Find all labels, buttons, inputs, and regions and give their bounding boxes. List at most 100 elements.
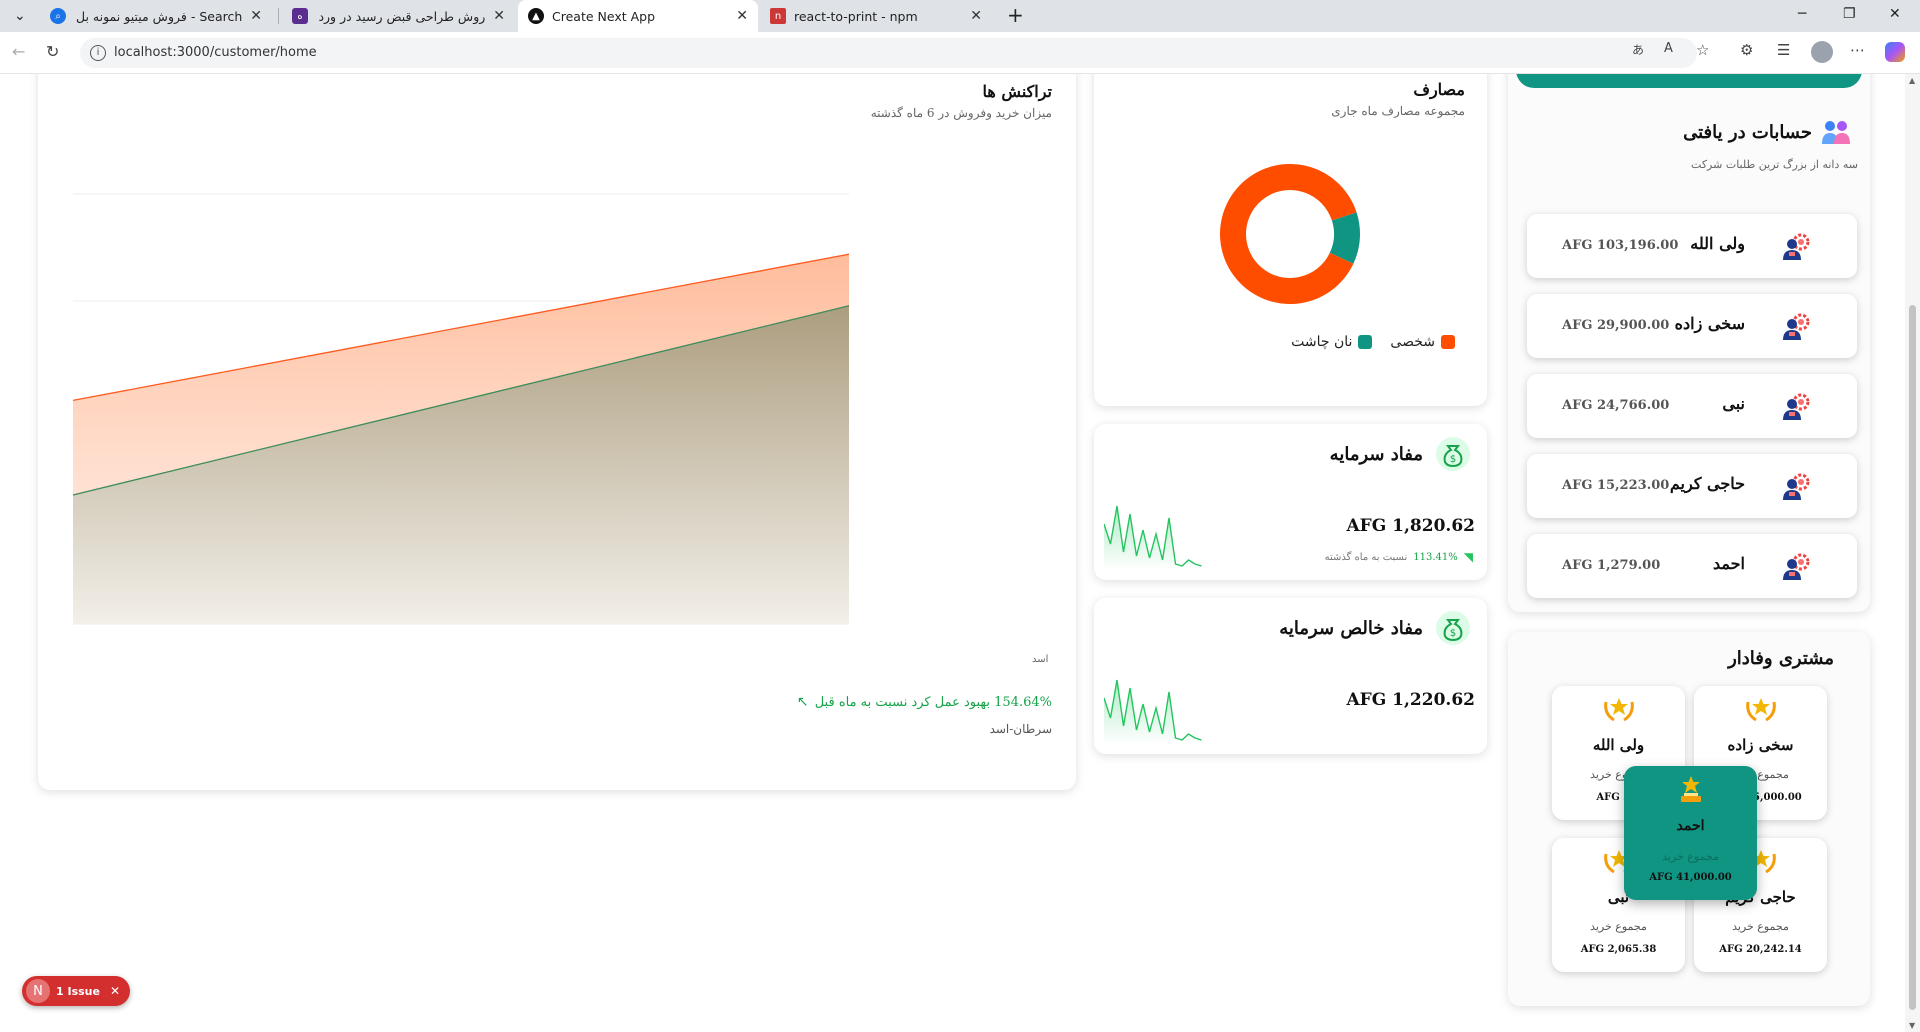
transactions-card: تراکنش ها میزان خرید وفروش در 6 ماه گذشت… <box>38 74 1076 790</box>
receivable-amount: AFG 15,223.00 <box>1562 478 1670 493</box>
site-info-icon[interactable]: i <box>90 45 106 61</box>
refresh-icon[interactable]: ↻ <box>46 42 59 61</box>
address-bar[interactable]: i localhost:3000/customer/home <box>80 38 1697 68</box>
scrollbar-thumb[interactable] <box>1909 305 1916 1010</box>
close-window-icon[interactable]: ✕ <box>1889 6 1901 22</box>
tab-label: Search - فروش میتیو نمونه بل رسید <box>74 8 243 24</box>
close-tab-icon[interactable]: ✕ <box>736 8 748 24</box>
legend-swatch <box>1441 335 1455 349</box>
tab-search[interactable]: ✕ Search - فروش میتیو نمونه بل رسید ⌕ <box>40 0 272 32</box>
expenses-legend: شخصی نان چاشت <box>1291 334 1455 350</box>
legend-item-lunch[interactable]: نان چاشت <box>1291 334 1373 350</box>
user-gear-icon <box>1783 313 1810 340</box>
browser-tab-bar: ⌄ ✕ Search - فروش میتیو نمونه بل رسید ⌕ … <box>0 0 1920 32</box>
back-icon[interactable]: ← <box>12 42 25 61</box>
dev-issues-badge[interactable]: N 1 Issue ✕ <box>22 976 130 1006</box>
copilot-icon[interactable] <box>1885 42 1905 62</box>
svg-text:$: $ <box>1450 628 1456 639</box>
featured-name: احمد <box>1676 818 1705 834</box>
net-profit-sparkline <box>1104 679 1202 744</box>
trend-up-icon: ↗ <box>796 694 809 710</box>
issues-count: 1 Issue <box>56 984 100 998</box>
close-badge-icon[interactable]: ✕ <box>110 984 120 998</box>
receivable-item[interactable]: حاجی کریم AFG 15,223.00 <box>1527 454 1857 518</box>
money-bag-icon: $ <box>1436 437 1470 471</box>
receivable-amount: AFG 24,766.00 <box>1562 398 1670 413</box>
expenses-card: مصارف مجموعه مصارف ماه جاری شخصی نان چاش… <box>1094 74 1487 406</box>
favorite-star-icon[interactable]: ☆ <box>1696 41 1709 59</box>
receivable-item[interactable]: احمد AFG 1,279.00 <box>1527 534 1857 598</box>
receivables-title: حسابات در یافتی <box>1683 121 1812 143</box>
x-tick-label: اسد <box>1032 654 1049 665</box>
loyal-label: مجموع خرید <box>1732 920 1789 933</box>
receivable-name: احمد <box>1713 554 1745 573</box>
receivable-item[interactable]: نبی AFG 24,766.00 <box>1527 374 1857 438</box>
receivable-item[interactable]: ولی الله AFG 103,196.00 <box>1527 214 1857 278</box>
podium-star-icon <box>1681 776 1701 802</box>
people-group-icon <box>1822 121 1850 144</box>
net-profit-amount: AFG 1,220.62 <box>1346 690 1475 710</box>
capital-profit-header: $ مفاد سرمایه <box>1330 436 1471 472</box>
loyal-name: ولی الله <box>1592 736 1645 754</box>
legend-label: نان چاشت <box>1291 334 1353 350</box>
period-label: سرطان-اسد <box>989 722 1052 736</box>
loyal-customers-title: مشتری وفادار <box>1728 648 1834 669</box>
read-aloud-icon[interactable]: A <box>1664 41 1673 56</box>
tab-label: Create Next App <box>552 8 656 24</box>
improvement-row: 154.64% بهبود عمل کرد نسبت به ماه قبل ↗ <box>797 694 1052 710</box>
tab-list-chevron-icon[interactable]: ⌄ <box>14 8 26 24</box>
transactions-area-chart <box>72 193 850 625</box>
net-profit-title: مفاد خالص سرمایه <box>1279 617 1423 639</box>
featured-loyal-card[interactable]: احمد مجموع خرید AFG 41,000.00 <box>1624 766 1757 900</box>
receivable-amount: AFG 103,196.00 <box>1562 238 1679 253</box>
legend-item-personal[interactable]: شخصی <box>1390 334 1455 350</box>
receivable-name: سخی زاده <box>1674 314 1745 333</box>
user-gear-icon <box>1783 393 1810 420</box>
featured-amount: AFG 41,000.00 <box>1649 872 1732 883</box>
expenses-subtitle: مجموعه مصارف ماه جاری <box>1331 104 1465 118</box>
user-gear-icon <box>1783 553 1810 580</box>
expenses-donut-chart <box>1220 163 1360 304</box>
svg-text:$: $ <box>1450 454 1456 465</box>
nextjs-favicon-icon: ▲ <box>528 8 544 24</box>
legend-label: شخصی <box>1390 334 1435 350</box>
search-favicon-icon: ⌕ <box>50 8 66 24</box>
laurel-star-icon <box>1746 698 1776 722</box>
capital-profit-card: $ مفاد سرمایه AFG 1,820.62 ◥ 113.41% نسب… <box>1094 424 1487 580</box>
close-tab-icon[interactable]: ✕ <box>970 8 982 24</box>
receivable-name: حاجی کریم <box>1669 474 1745 493</box>
tab-create-next-app[interactable]: ▲ Create Next App ✕ <box>518 0 758 32</box>
url-text: localhost:3000/customer/home <box>114 45 317 60</box>
user-gear-icon <box>1783 473 1810 500</box>
teal-header-band <box>1516 74 1862 88</box>
receivable-name: ولی الله <box>1690 234 1745 253</box>
capital-profit-amount: AFG 1,820.62 <box>1346 516 1475 536</box>
receivable-amount: AFG 29,900.00 <box>1562 318 1670 333</box>
favorites-icon[interactable]: ☰ <box>1777 41 1790 59</box>
loyal-label: مجموع خرید <box>1590 920 1647 933</box>
tab-react-to-print[interactable]: n react-to-print - npm ✕ <box>760 0 992 32</box>
laurel-star-icon <box>1604 698 1634 722</box>
featured-label: مجموع خرید <box>1662 850 1719 863</box>
receivables-header: حسابات در یافتی <box>1683 118 1852 146</box>
receivable-name: نبی <box>1722 394 1745 413</box>
restore-icon[interactable]: ❐ <box>1843 6 1856 22</box>
minimize-icon[interactable]: ─ <box>1798 6 1806 22</box>
close-tab-icon[interactable]: ✕ <box>250 8 262 24</box>
profile-avatar[interactable] <box>1811 41 1833 63</box>
close-tab-icon[interactable]: ✕ <box>493 8 505 24</box>
more-menu-icon[interactable]: ⋯ <box>1850 41 1865 59</box>
capital-profit-title: مفاد سرمایه <box>1329 443 1423 465</box>
tab-label: روش طراحی قبض رسید در ورد | دان <box>316 8 486 24</box>
next-logo-icon: N <box>26 979 50 1003</box>
address-toolbar: ← ↻ i localhost:3000/customer/home あ A ☆… <box>0 32 1920 74</box>
translate-icon[interactable]: あ <box>1632 41 1644 58</box>
extensions-icon[interactable]: ⚙ <box>1740 41 1753 59</box>
new-tab-icon[interactable]: + <box>1007 3 1024 27</box>
trend-up-icon: ◥ <box>1463 550 1473 564</box>
receivable-item[interactable]: سخی زاده AFG 29,900.00 <box>1527 294 1857 358</box>
capital-profit-change-row: ◥ 113.41% نسبت به ماه گذشته <box>1325 550 1473 564</box>
user-gear-icon <box>1783 233 1810 260</box>
tab-docs[interactable]: ✕ روش طراحی قبض رسید در ورد | دان ه <box>282 0 515 32</box>
improvement-text: 154.64% بهبود عمل کرد نسبت به ماه قبل <box>814 694 1052 710</box>
